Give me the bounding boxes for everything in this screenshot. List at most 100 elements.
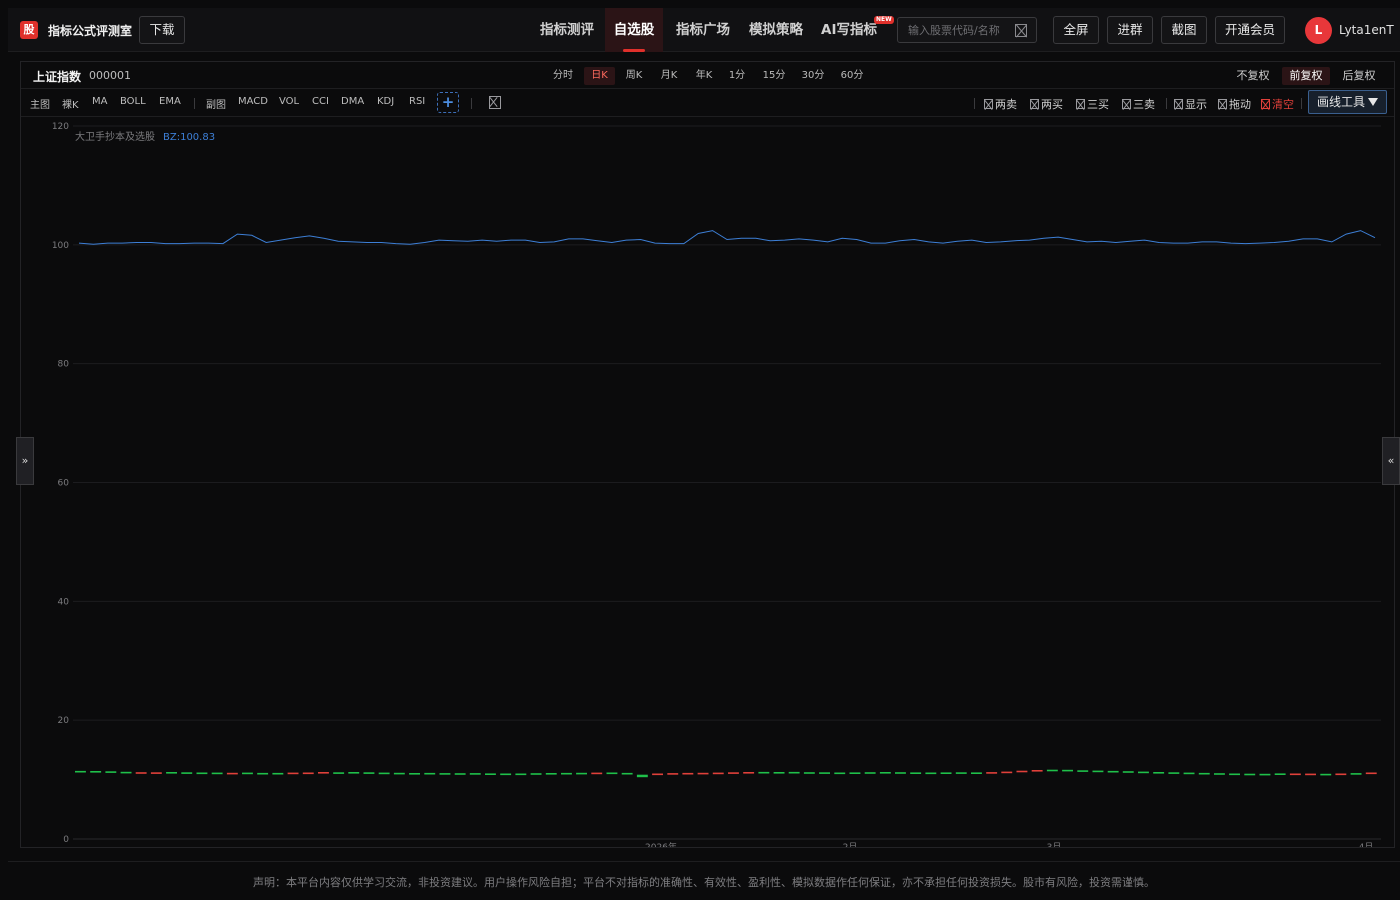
x-tick-label: 4月 bbox=[1359, 842, 1374, 847]
signal-two-buy[interactable]: 两买 bbox=[1030, 96, 1063, 112]
sub-item-kdj[interactable]: KDJ bbox=[377, 96, 394, 107]
period-daily[interactable]: 日K bbox=[584, 67, 615, 85]
period-intraday[interactable]: 分时 bbox=[549, 67, 577, 85]
candle bbox=[910, 772, 922, 774]
left-panel-toggle[interactable]: » bbox=[16, 437, 34, 485]
brand-title[interactable]: 指标公式评测室 bbox=[48, 22, 132, 39]
signal-three-sell[interactable]: 三卖 bbox=[1122, 96, 1155, 112]
main-chart-label: 主图 bbox=[30, 100, 50, 111]
display-label: 显示 bbox=[1185, 98, 1207, 111]
candle bbox=[1365, 772, 1377, 775]
nav-sim-strategy[interactable]: 模拟策略 bbox=[741, 8, 811, 52]
clear-drawings-button[interactable]: 清空 bbox=[1261, 96, 1294, 112]
sub-item-rsi[interactable]: RSI bbox=[409, 96, 425, 107]
candle bbox=[1350, 773, 1362, 775]
checkbox-icon bbox=[1174, 99, 1183, 109]
period-weekly[interactable]: 周K bbox=[619, 67, 649, 85]
adjust-none[interactable]: 不复权 bbox=[1231, 67, 1275, 85]
candle bbox=[135, 772, 147, 774]
nav-ai-indicator[interactable]: AI写指标 bbox=[814, 8, 884, 52]
candle bbox=[879, 772, 891, 774]
caret-down-icon bbox=[1368, 98, 1378, 106]
clear-label: 清空 bbox=[1272, 98, 1294, 111]
candle bbox=[196, 772, 208, 775]
app-logo[interactable]: 股 bbox=[20, 21, 38, 39]
x-tick-label: 3月 bbox=[1047, 842, 1062, 847]
y-tick-label: 40 bbox=[58, 597, 70, 607]
x-tick-label: 2月 bbox=[843, 842, 858, 847]
candle bbox=[758, 771, 770, 774]
toolbar-divider bbox=[194, 98, 195, 109]
nav-indicator-plaza[interactable]: 指标广场 bbox=[666, 8, 740, 52]
main-item-nakedk[interactable]: 裸K bbox=[62, 96, 79, 111]
sub-item-vol[interactable]: VOL bbox=[279, 96, 299, 107]
candle bbox=[318, 772, 329, 774]
disclaimer: 声明：本平台内容仅供学习交流，非投资建议。用户操作风险自担；平台不对指标的准确性… bbox=[8, 861, 1400, 900]
stock-code: 000001 bbox=[89, 69, 131, 82]
sub-item-dma[interactable]: DMA bbox=[341, 96, 364, 107]
download-button[interactable]: 下载 bbox=[139, 16, 185, 44]
candle bbox=[1153, 772, 1165, 774]
candle bbox=[105, 771, 117, 773]
signal-two-sell[interactable]: 两卖 bbox=[984, 96, 1017, 112]
indicator-toolbar: 主图 裸K MA BOLL EMA 副图 MACD VOL CCI DMA KD… bbox=[21, 89, 1394, 117]
candle bbox=[621, 772, 633, 775]
nav-indicator-review[interactable]: 指标测评 bbox=[530, 8, 604, 52]
period-1min[interactable]: 1分 bbox=[725, 67, 749, 85]
join-group-button[interactable]: 进群 bbox=[1107, 16, 1153, 44]
nav-watchlist[interactable]: 自选股 bbox=[605, 8, 663, 52]
username[interactable]: Lyta1enT bbox=[1339, 23, 1394, 37]
candle bbox=[576, 772, 587, 775]
fullscreen-button[interactable]: 全屏 bbox=[1053, 16, 1099, 44]
candle bbox=[895, 772, 906, 774]
x-axis: 2026年 2月 3月 4月 bbox=[645, 841, 1373, 847]
candle bbox=[485, 773, 496, 775]
period-30min[interactable]: 30分 bbox=[798, 67, 828, 85]
adjust-forward[interactable]: 前复权 bbox=[1282, 67, 1330, 85]
display-toggle[interactable]: 显示 bbox=[1174, 96, 1207, 112]
checkbox-icon bbox=[1076, 99, 1085, 109]
period-monthly[interactable]: 月K bbox=[654, 67, 684, 85]
checkbox-icon bbox=[1030, 99, 1039, 109]
candle bbox=[819, 772, 830, 774]
candle bbox=[773, 772, 785, 774]
candle bbox=[500, 773, 512, 776]
indicator-settings-icon[interactable] bbox=[489, 96, 503, 111]
y-tick-label: 60 bbox=[58, 479, 70, 489]
candle bbox=[469, 773, 481, 775]
price-chart[interactable]: 0 20 40 60 80 100 120 2026年 2月 3月 4月 大卫手抄本及选股 BZ:… bbox=[21, 118, 1394, 847]
main-item-ma[interactable]: MA bbox=[92, 96, 107, 107]
period-yearly[interactable]: 年K bbox=[689, 67, 719, 85]
add-indicator-button[interactable]: + bbox=[437, 92, 459, 113]
adjust-backward[interactable]: 后复权 bbox=[1337, 67, 1381, 85]
main-item-boll[interactable]: BOLL bbox=[120, 96, 146, 107]
candle bbox=[955, 772, 967, 774]
y-tick-label: 20 bbox=[58, 716, 70, 726]
screenshot-button[interactable]: 截图 bbox=[1161, 16, 1207, 44]
candle bbox=[424, 772, 436, 775]
search-clear-icon[interactable] bbox=[1015, 24, 1027, 37]
sub-item-macd[interactable]: MACD bbox=[238, 96, 268, 107]
candle bbox=[667, 773, 679, 775]
period-15min[interactable]: 15分 bbox=[759, 67, 789, 85]
period-60min[interactable]: 60分 bbox=[837, 67, 867, 85]
signal-label: 两卖 bbox=[995, 98, 1017, 111]
right-panel-toggle[interactable]: « bbox=[1382, 437, 1400, 485]
main-item-ema[interactable]: EMA bbox=[159, 96, 181, 107]
candle bbox=[242, 772, 253, 775]
sub-item-cci[interactable]: CCI bbox=[312, 96, 329, 107]
candle bbox=[1274, 773, 1286, 775]
search-input[interactable] bbox=[908, 18, 1008, 42]
candle bbox=[728, 772, 739, 774]
candle bbox=[545, 773, 557, 775]
chart-grid bbox=[73, 125, 1381, 840]
candle bbox=[652, 773, 663, 776]
signal-three-buy[interactable]: 三买 bbox=[1076, 96, 1109, 112]
drag-toggle[interactable]: 拖动 bbox=[1218, 96, 1251, 112]
candle bbox=[333, 772, 345, 774]
user-avatar[interactable]: L bbox=[1305, 17, 1332, 44]
membership-button[interactable]: 开通会员 bbox=[1215, 16, 1285, 44]
draw-tools-label: 画线工具 bbox=[1316, 95, 1365, 109]
draw-tools-dropdown[interactable]: 画线工具 bbox=[1308, 90, 1387, 114]
y-tick-label: 120 bbox=[52, 122, 69, 132]
